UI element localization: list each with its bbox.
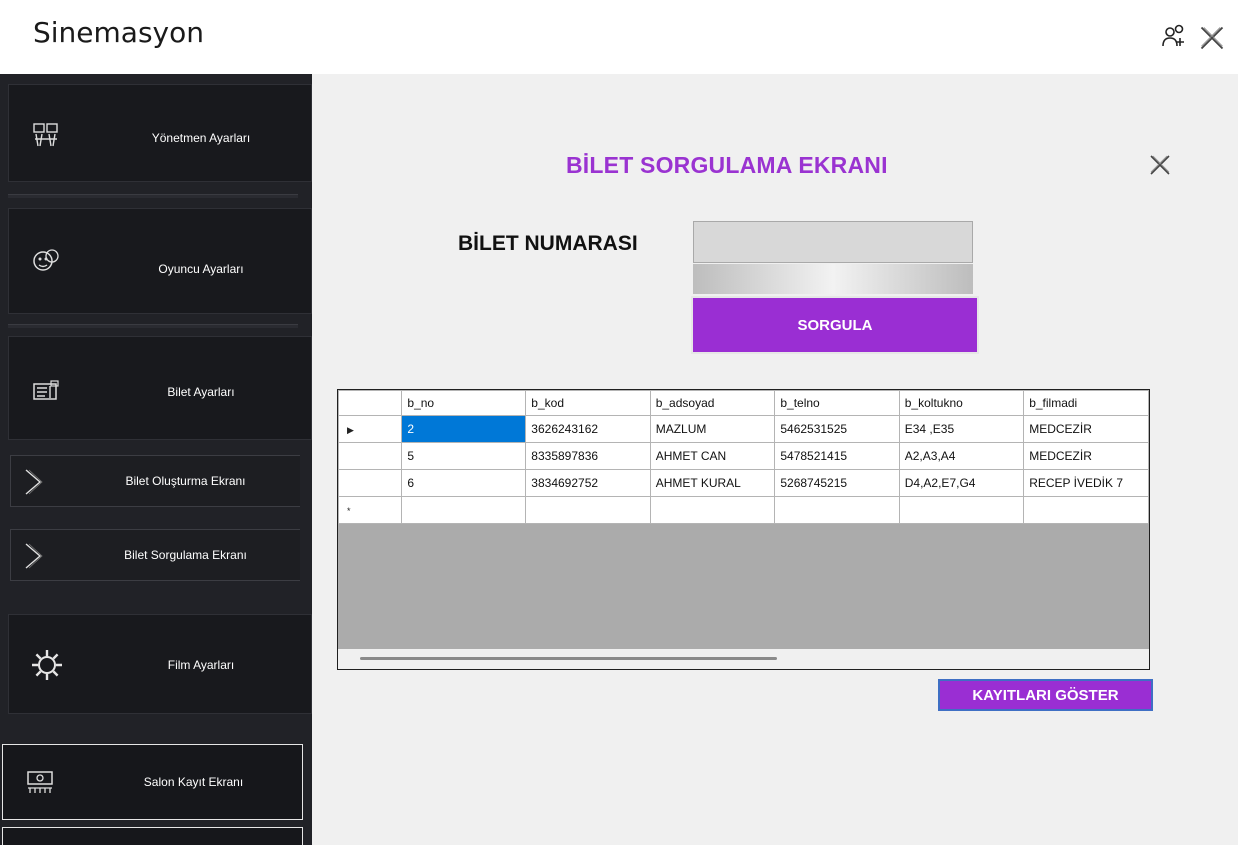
grid-cell[interactable] (649, 496, 776, 524)
sidebar-item-actor-settings[interactable]: Oyuncu Ayarları (8, 208, 312, 314)
chevron-right-icon (25, 469, 43, 495)
row-header[interactable]: ▶ (338, 415, 403, 443)
grid-cell[interactable]: 6 (401, 469, 527, 497)
grid-cell[interactable]: AHMET KURAL (649, 469, 776, 497)
sidebar-item-label: Salon Kayıt Ekranı (143, 775, 244, 789)
sidebar-item-hall-register[interactable]: Salon Kayıt Ekranı (2, 744, 303, 820)
table-row[interactable]: ▶ 2 3626243162 MAZLUM 5462531525 E34 ,E3… (338, 415, 1149, 443)
grid-cell[interactable]: 2 (401, 415, 527, 443)
grid-cell[interactable] (1023, 496, 1149, 524)
grid-cell[interactable] (774, 496, 900, 524)
grid-cell[interactable] (898, 496, 1025, 524)
sidebar-divider (8, 194, 298, 198)
actor-icon (33, 249, 59, 271)
grid-cell[interactable]: MEDCEZİR (1023, 415, 1149, 443)
column-header[interactable]: b_telno (774, 390, 900, 416)
current-row-marker: ▶ (347, 425, 354, 435)
sidebar-item-label: Bilet Sorgulama Ekranı (124, 548, 247, 562)
sidebar-item-ticket-query[interactable]: Bilet Sorgulama Ekranı (10, 529, 300, 581)
row-header[interactable] (338, 442, 403, 470)
input-underline-decor (693, 264, 973, 294)
grid-cell[interactable]: MAZLUM (649, 415, 776, 443)
table-row[interactable]: 5 8335897836 AHMET CAN 5478521415 A2,A3,… (338, 442, 1149, 470)
chevron-right-icon (25, 543, 43, 569)
grid-cell[interactable]: A2,A3,A4 (898, 442, 1025, 470)
ticket-query-panel: BİLET SORGULAMA EKRANI BİLET NUMARASI SO… (312, 74, 1238, 845)
query-button[interactable]: SORGULA (691, 296, 979, 354)
column-header[interactable]: b_no (401, 390, 527, 416)
ticket-icon (33, 380, 59, 400)
app-title: Sinemasyon (33, 16, 204, 49)
horizontal-scrollbar[interactable] (338, 649, 1149, 669)
column-header[interactable]: b_koltukno (898, 390, 1025, 416)
gear-icon (32, 650, 62, 680)
sidebar-item-label: Bilet Ayarları (167, 385, 235, 399)
new-row-marker: * (347, 506, 351, 516)
grid-cell[interactable]: 3834692752 (525, 469, 651, 497)
sidebar-item-label: Yönetmen Ayarları (151, 131, 251, 145)
grid-cell[interactable]: RECEP İVEDİK 7 (1023, 469, 1149, 497)
hall-icon (27, 771, 53, 793)
grid-cell[interactable] (525, 496, 651, 524)
grid-header-row: b_no b_kod b_adsoyad b_telno b_koltukno … (338, 390, 1149, 416)
row-header[interactable]: * (338, 496, 403, 524)
ticket-number-input[interactable] (693, 221, 973, 263)
sidebar-divider (8, 324, 298, 328)
new-row[interactable]: * (338, 496, 1149, 524)
sidebar-item-film-settings[interactable]: Film Ayarları (8, 614, 312, 714)
sidebar-item-ticket-settings[interactable]: Bilet Ayarları (8, 336, 312, 440)
grid-cell[interactable]: 5268745215 (774, 469, 900, 497)
table-row[interactable]: 6 3834692752 AHMET KURAL 5268745215 D4,A… (338, 469, 1149, 497)
sidebar-item-label: Oyuncu Ayarları (158, 262, 244, 276)
grid-cell[interactable]: 3626243162 (525, 415, 651, 443)
title-bar: Sinemasyon (0, 0, 1238, 74)
sidebar-item-label: Bilet Oluşturma Ekranı (125, 474, 246, 488)
sidebar-item-label: Film Ayarları (167, 658, 235, 672)
grid-cell[interactable]: D4,A2,E7,G4 (898, 469, 1025, 497)
ticket-number-label: BİLET NUMARASI (458, 232, 638, 255)
grid-cell[interactable]: 5478521415 (774, 442, 900, 470)
director-icon (33, 123, 58, 147)
grid-cell[interactable]: 5462531525 (774, 415, 900, 443)
user-add-icon[interactable] (1160, 22, 1188, 50)
grid-cell[interactable]: E34 ,E35 (898, 415, 1025, 443)
grid-corner-header (338, 390, 403, 416)
row-header[interactable] (338, 469, 403, 497)
grid-cell[interactable]: MEDCEZİR (1023, 442, 1149, 470)
grid-cell[interactable]: 8335897836 (525, 442, 651, 470)
sidebar: Yönetmen Ayarları Oyuncu Ayarları Bilet … (0, 74, 312, 845)
panel-title: BİLET SORGULAMA EKRANI (566, 152, 888, 178)
show-records-button[interactable]: KAYITLARI GÖSTER (938, 679, 1153, 711)
grid-cell[interactable]: 5 (401, 442, 527, 470)
grid-cell[interactable]: AHMET CAN (649, 442, 776, 470)
tickets-data-grid[interactable]: b_no b_kod b_adsoyad b_telno b_koltukno … (337, 389, 1150, 670)
close-icon[interactable] (1148, 153, 1172, 177)
sidebar-item-partial[interactable] (2, 827, 303, 845)
column-header[interactable]: b_filmadi (1023, 390, 1149, 416)
scrollbar-thumb[interactable] (360, 657, 777, 660)
column-header[interactable]: b_kod (525, 390, 651, 416)
grid-cell[interactable] (401, 496, 527, 524)
close-icon[interactable] (1198, 24, 1226, 52)
column-header[interactable]: b_adsoyad (649, 390, 776, 416)
sidebar-item-ticket-create[interactable]: Bilet Oluşturma Ekranı (10, 455, 300, 507)
sidebar-item-director-settings[interactable]: Yönetmen Ayarları (8, 84, 312, 182)
